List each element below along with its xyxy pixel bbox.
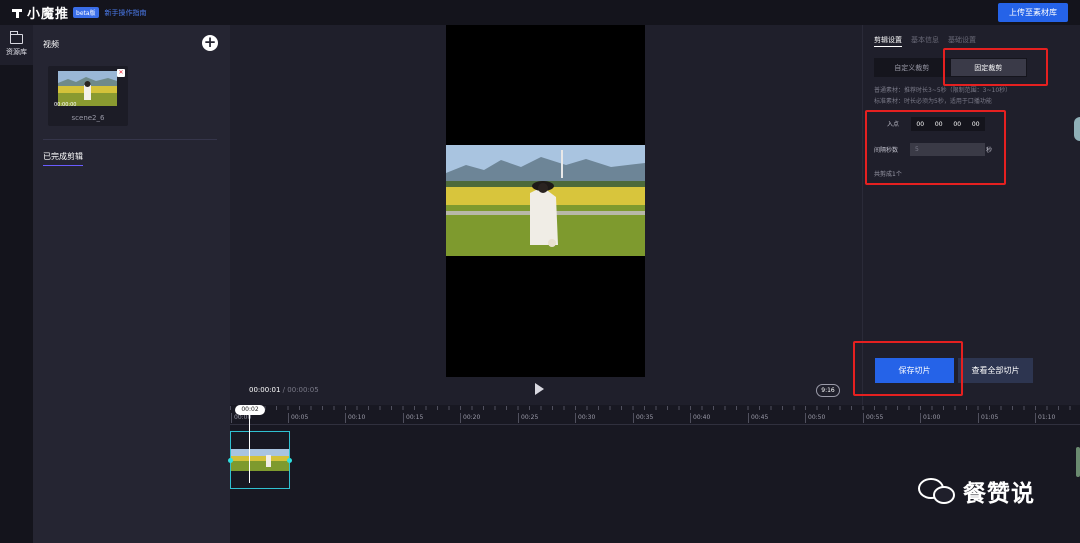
tick-label: 00:15 <box>403 413 423 423</box>
side-rail: 资源库 <box>0 25 33 543</box>
playhead-time[interactable]: 00:02 <box>235 405 265 415</box>
side-handle[interactable] <box>1074 117 1080 141</box>
tick-label: 00:55 <box>863 413 883 423</box>
settings-tabs: 剪辑设置 基本信息 基础设置 <box>874 35 976 47</box>
completed-edits-title[interactable]: 已完成剪辑 <box>43 151 83 166</box>
playhead[interactable] <box>249 415 250 483</box>
tick-label: 01:05 <box>978 413 998 423</box>
add-button[interactable]: + <box>202 35 218 51</box>
tab-basic-info[interactable]: 基本信息 <box>911 35 939 47</box>
current-time: 00:00:01 <box>249 386 281 394</box>
tip-standard: 标准素材：时长必须为5秒，适用于口播功能 <box>874 98 992 105</box>
tick-label: 00:40 <box>690 413 710 423</box>
clip-left-handle[interactable] <box>228 458 233 463</box>
rail-item-library[interactable]: 资源库 <box>0 25 33 65</box>
tab-base-settings[interactable]: 基础设置 <box>948 35 976 47</box>
clip-thumbnail <box>58 71 117 106</box>
scrollbar[interactable] <box>1076 447 1080 477</box>
ruler-ticks <box>230 406 1080 410</box>
logo-text: 小魔推 <box>27 7 70 22</box>
delete-icon[interactable]: ✕ <box>117 69 125 77</box>
library-panel: 视频 + 00:00:00 ✕ scene2_6 已完成剪辑 <box>33 25 230 543</box>
section-title-video: 视频 <box>43 40 59 49</box>
wechat-icon <box>918 476 958 506</box>
tick-label: 00:25 <box>518 413 538 423</box>
tick-label: 00:05 <box>288 413 308 423</box>
tick-label: 01:10 <box>1035 413 1055 423</box>
logo-icon <box>11 7 23 19</box>
tick-label: 01:00 <box>920 413 940 423</box>
tick-label: 00:10 <box>345 413 365 423</box>
video-frame <box>446 145 645 256</box>
preview-area: 00:00:01 / 00:00:05 9:16 <box>230 25 862 405</box>
clip-name: scene2_6 <box>71 114 105 122</box>
upload-to-library-button[interactable]: 上传至素材库 <box>998 3 1068 22</box>
tip-normal: 普通素材：推荐时长3~5秒（限制范围：3~10秒） <box>874 87 1012 94</box>
highlight-box-fields <box>865 110 1006 185</box>
time-ruler[interactable]: 00:00 00:05 00:10 00:15 00:20 00:25 00:3… <box>230 405 1080 425</box>
rail-label: 资源库 <box>6 47 27 56</box>
watermark-text: 餐赞说 <box>963 481 1035 507</box>
tick-label: 00:20 <box>460 413 480 423</box>
tick-label: 00:45 <box>748 413 768 423</box>
highlight-box-save <box>853 341 963 396</box>
timeline-clip-thumbnail <box>231 449 289 471</box>
tick-label: 00:30 <box>575 413 595 423</box>
library-clip[interactable]: 00:00:00 ✕ scene2_6 <box>48 66 128 126</box>
watermark: 餐赞说 <box>918 474 1035 508</box>
aspect-ratio-button[interactable]: 9:16 <box>816 384 840 397</box>
top-bar: 小魔推 beta版 新手操作指南 上传至素材库 <box>0 0 1080 25</box>
play-icon[interactable] <box>535 383 544 395</box>
custom-crop-button[interactable]: 自定义裁剪 <box>874 58 950 77</box>
tick-label: 00:50 <box>805 413 825 423</box>
divider <box>43 139 217 140</box>
clip-right-handle[interactable] <box>287 458 292 463</box>
tick-label: 00:35 <box>633 413 653 423</box>
total-time: 00:00:05 <box>287 386 319 394</box>
video-canvas <box>446 25 645 377</box>
tab-edit-settings[interactable]: 剪辑设置 <box>874 35 902 47</box>
clip-duration: 00:00:00 <box>54 102 77 108</box>
time-readout: 00:00:01 / 00:00:05 <box>249 386 319 394</box>
highlight-box-fixed-crop <box>943 48 1048 86</box>
guide-link[interactable]: 新手操作指南 <box>105 8 147 18</box>
view-all-slices-button[interactable]: 查看全部切片 <box>958 358 1033 383</box>
timeline-clip[interactable] <box>228 431 292 489</box>
beta-badge: beta版 <box>73 7 99 18</box>
folder-icon <box>9 30 23 44</box>
logo[interactable]: 小魔推 beta版 <box>11 3 99 22</box>
